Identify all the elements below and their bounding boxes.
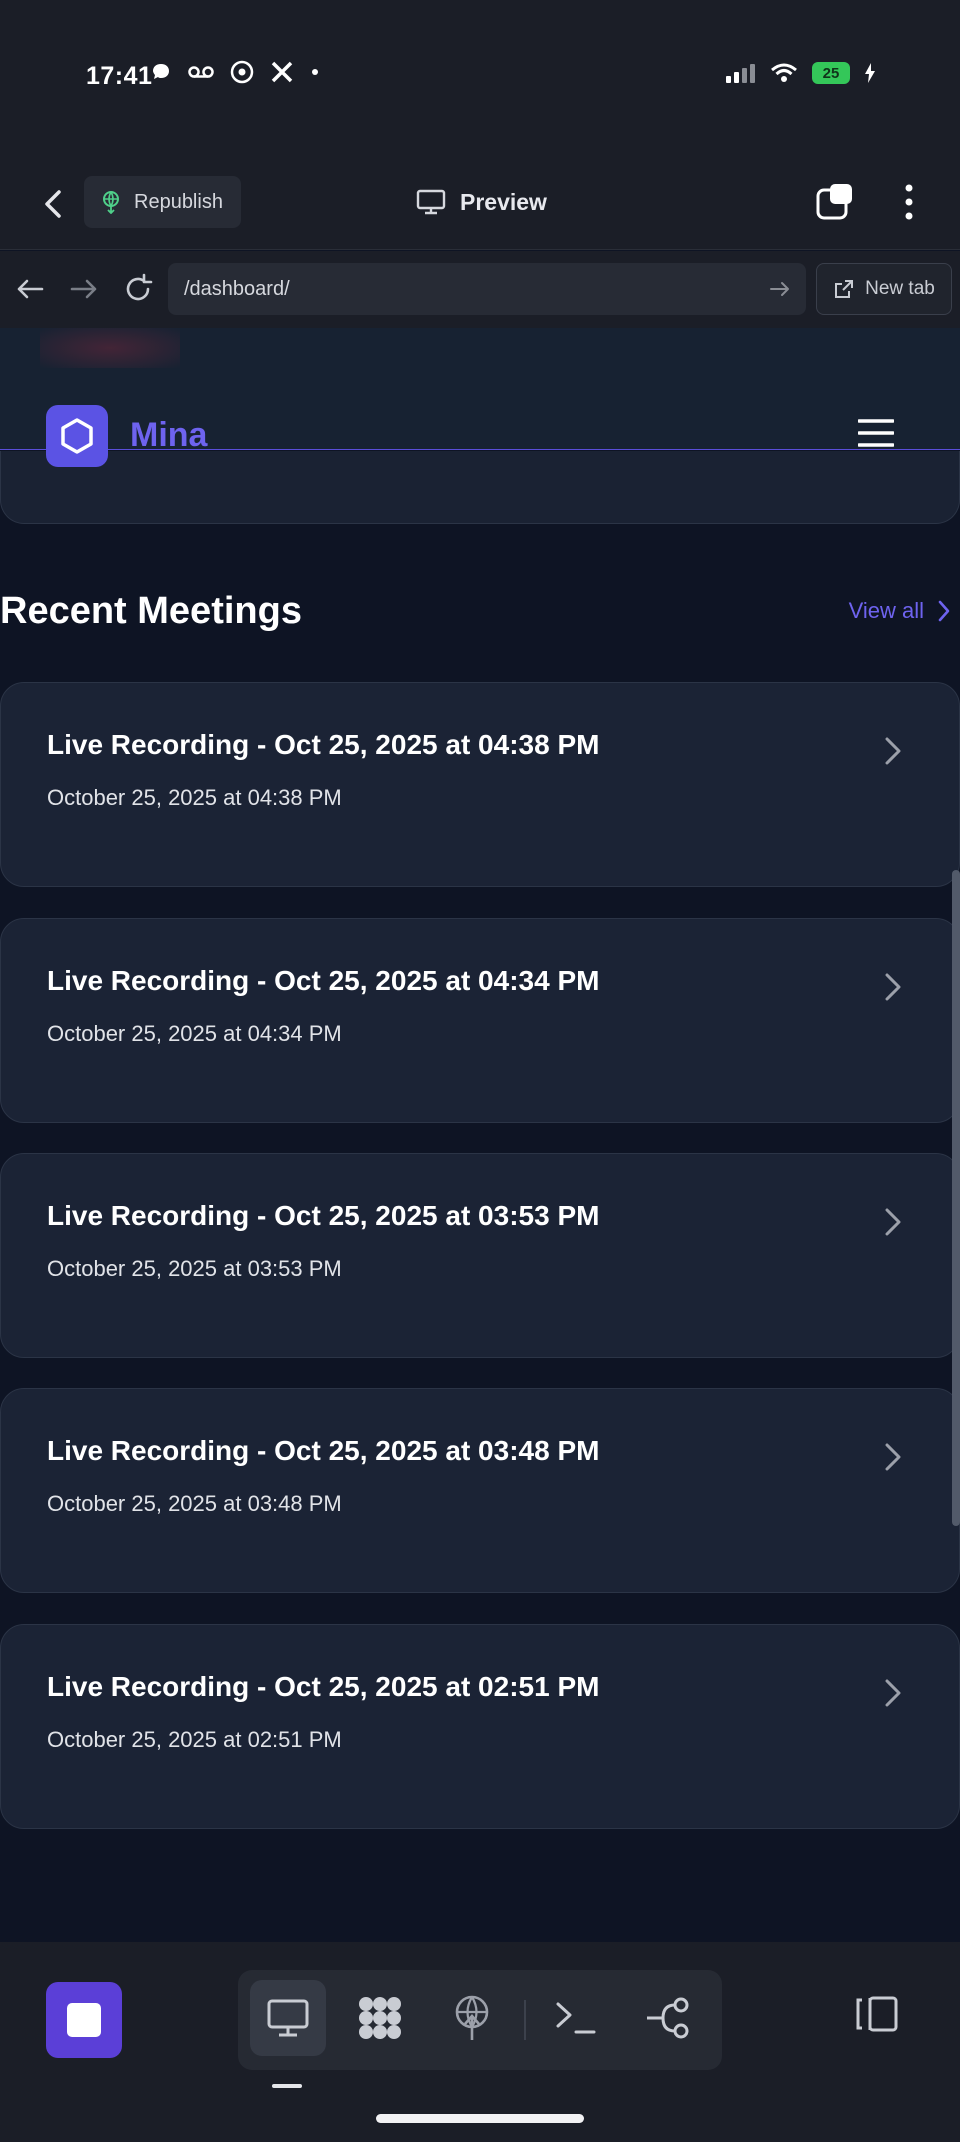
active-tool-indicator: [272, 2084, 302, 2088]
status-bar: 17:41 25: [0, 0, 960, 150]
hamburger-menu-icon[interactable]: [858, 418, 894, 448]
screen: 17:41 25 Republish Preview /dashboard/ N…: [0, 0, 960, 2142]
meeting-date: October 25, 2025 at 03:53 PM: [47, 1256, 342, 1281]
meeting-date: October 25, 2025 at 02:51 PM: [47, 1727, 342, 1752]
stop-button[interactable]: [46, 1982, 122, 2058]
git-branch-icon: [647, 1997, 689, 2039]
meeting-title: Live Recording - Oct 25, 2025 at 04:34 P…: [47, 965, 600, 996]
go-arrow-icon[interactable]: [768, 277, 792, 301]
back-chevron-icon[interactable]: [34, 184, 74, 224]
wifi-icon: [771, 63, 797, 82]
meeting-title: Live Recording - Oct 25, 2025 at 03:48 P…: [47, 1435, 600, 1466]
meeting-title: Live Recording - Oct 25, 2025 at 03:53 P…: [47, 1200, 600, 1231]
signal-icon: [726, 64, 755, 83]
scrollbar-thumb[interactable]: [952, 870, 960, 1526]
apps-icon: [359, 1997, 401, 2039]
chevron-right-icon: [938, 600, 950, 622]
chevron-right-icon: [885, 1679, 901, 1707]
reload-icon[interactable]: [120, 271, 156, 307]
monitor-tool-button[interactable]: [250, 1980, 326, 2056]
previous-card-bottom: [0, 451, 960, 524]
terminal-icon: [556, 2002, 596, 2034]
monitor-icon: [416, 189, 446, 215]
charging-bolt-icon: [865, 63, 875, 83]
battery-indicator: 25: [812, 62, 850, 84]
meeting-title: Live Recording - Oct 25, 2025 at 02:51 P…: [47, 1671, 600, 1702]
soccer-ball-icon: [230, 60, 254, 84]
new-tab-button[interactable]: New tab: [816, 263, 952, 315]
toolbar-divider: [524, 2000, 526, 2040]
tabs-switcher-icon[interactable]: [816, 182, 856, 222]
meeting-title: Live Recording - Oct 25, 2025 at 04:38 P…: [47, 729, 600, 760]
meeting-card[interactable]: Live Recording - Oct 25, 2025 at 02:51 P…: [0, 1624, 960, 1829]
system-icons: 25: [726, 62, 876, 84]
chevron-right-icon: [885, 1208, 901, 1236]
url-bar: /dashboard/ New tab: [0, 251, 960, 328]
meeting-date: October 25, 2025 at 04:38 PM: [47, 785, 342, 810]
chevron-right-icon: [885, 973, 901, 1001]
chevron-right-icon: [885, 1443, 901, 1471]
split-view-icon[interactable]: [854, 1994, 900, 2034]
nav-back-arrow-icon[interactable]: [12, 271, 48, 307]
nav-forward-arrow-icon[interactable]: [66, 271, 102, 307]
deploy-icon: [455, 1995, 489, 2040]
home-indicator: [376, 2114, 584, 2123]
republish-globe-icon: [103, 191, 119, 214]
tool-group: [238, 1970, 722, 2070]
meeting-card[interactable]: Live Recording - Oct 25, 2025 at 04:34 P…: [0, 918, 960, 1123]
meeting-card[interactable]: Live Recording - Oct 25, 2025 at 04:38 P…: [0, 682, 960, 887]
new-tab-label: New tab: [865, 278, 935, 299]
view-all-label: View all: [848, 598, 924, 623]
section-title: Recent Meetings: [0, 590, 302, 632]
republish-label: Republish: [134, 190, 223, 213]
status-time: 17:41: [86, 62, 153, 90]
meeting-date: October 25, 2025 at 03:48 PM: [47, 1491, 342, 1516]
dot-icon: [312, 69, 318, 75]
voicemail-icon: [188, 66, 214, 78]
bottom-toolbar: [0, 1942, 960, 2142]
meeting-card[interactable]: Live Recording - Oct 25, 2025 at 03:53 P…: [0, 1153, 960, 1358]
more-vertical-icon[interactable]: [894, 182, 924, 222]
republish-button[interactable]: Republish: [84, 176, 241, 228]
hexagon-logo-icon: [61, 418, 93, 454]
monitor-icon: [267, 1999, 309, 2037]
url-text: /dashboard/: [184, 277, 290, 300]
web-content: Mina Recent Meetings View all Live Recor…: [0, 328, 960, 1942]
git-branch-tool-button[interactable]: [630, 1980, 706, 2056]
stop-square-icon: [67, 2003, 101, 2037]
preview-tab[interactable]: Preview: [416, 180, 547, 224]
logo[interactable]: [46, 405, 108, 467]
preview-label: Preview: [460, 188, 547, 215]
meeting-date: October 25, 2025 at 04:34 PM: [47, 1021, 342, 1046]
deploy-tool-button[interactable]: [434, 1980, 510, 2056]
view-all-link[interactable]: View all: [849, 598, 952, 624]
app-topbar: Republish Preview: [0, 150, 960, 250]
chat-bubble-icon: [153, 64, 169, 79]
brand-name[interactable]: Mina: [130, 416, 207, 455]
x-logo-icon: [271, 61, 293, 83]
terminal-tool-button[interactable]: [538, 1980, 614, 2056]
external-link-icon: [835, 280, 854, 298]
notification-icons: [150, 60, 320, 84]
url-input[interactable]: /dashboard/: [168, 263, 806, 315]
apps-tool-button[interactable]: [342, 1980, 418, 2056]
meeting-card[interactable]: Live Recording - Oct 25, 2025 at 03:48 P…: [0, 1388, 960, 1593]
chevron-right-icon: [885, 737, 901, 765]
